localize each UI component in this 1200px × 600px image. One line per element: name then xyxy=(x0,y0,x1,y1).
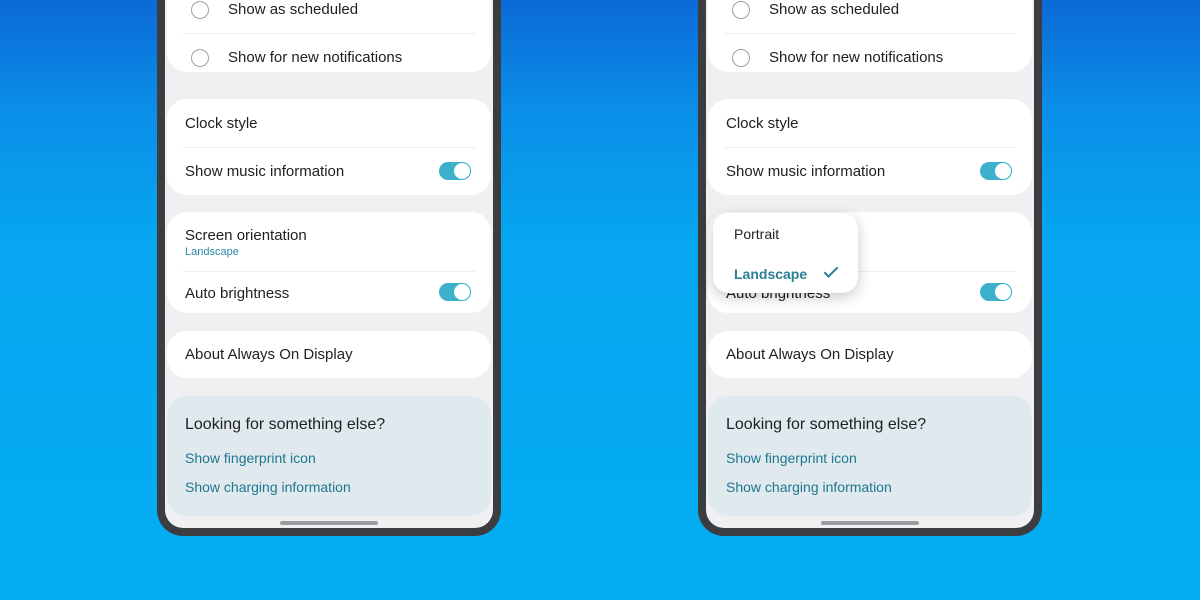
clock-style-item[interactable]: Clock style xyxy=(726,115,1014,132)
radio-show-for-new-notifications[interactable] xyxy=(732,49,750,67)
link-show-fingerprint-icon[interactable]: Show fingerprint icon xyxy=(185,450,316,466)
music-toggle[interactable] xyxy=(980,162,1012,180)
auto-brightness-item[interactable]: Auto brightness xyxy=(185,285,473,302)
suggestions-card: Looking for something else? Show fingerp… xyxy=(708,396,1032,516)
orientation-card: Screen orientation Landscape Auto bright… xyxy=(167,212,491,313)
link-show-charging-information[interactable]: Show charging information xyxy=(185,479,351,495)
show-music-information-item[interactable]: Show music information xyxy=(185,163,473,180)
clock-card: Clock style Show music information xyxy=(167,99,491,195)
about-always-on-display-item[interactable]: About Always On Display xyxy=(185,346,473,363)
phone-0: Show as scheduled Show for new notificat… xyxy=(157,0,501,536)
option-portrait[interactable]: Portrait xyxy=(734,226,779,242)
suggestions-title: Looking for something else? xyxy=(726,416,927,433)
settings-screen: Show as scheduled Show for new notificat… xyxy=(165,0,493,528)
screen-orientation-item[interactable]: Screen orientation xyxy=(185,227,473,244)
suggestions-title: Looking for something else? xyxy=(185,416,386,433)
clock-card: Clock style Show music information xyxy=(708,99,1032,195)
about-card: About Always On Display xyxy=(167,331,491,378)
display-mode-card: Show as scheduled Show for new notificat… xyxy=(708,0,1032,72)
radio-label[interactable]: Show for new notifications xyxy=(769,49,1014,66)
link-show-charging-information[interactable]: Show charging information xyxy=(726,479,892,495)
screen-orientation-value: Landscape xyxy=(185,246,239,258)
auto-brightness-toggle[interactable] xyxy=(439,283,471,301)
radio-label[interactable]: Show as scheduled xyxy=(769,1,1014,18)
home-indicator[interactable] xyxy=(280,521,378,525)
orientation-popup-menu: Portrait Landscape xyxy=(713,213,858,293)
display-mode-card: Show as scheduled Show for new notificat… xyxy=(167,0,491,72)
radio-label[interactable]: Show for new notifications xyxy=(228,49,473,66)
about-card: About Always On Display xyxy=(708,331,1032,378)
radio-label[interactable]: Show as scheduled xyxy=(228,1,473,18)
music-toggle[interactable] xyxy=(439,162,471,180)
auto-brightness-toggle[interactable] xyxy=(980,283,1012,301)
radio-show-as-scheduled[interactable] xyxy=(191,1,209,19)
link-show-fingerprint-icon[interactable]: Show fingerprint icon xyxy=(726,450,857,466)
option-landscape[interactable]: Landscape xyxy=(734,266,807,282)
about-always-on-display-item[interactable]: About Always On Display xyxy=(726,346,1014,363)
home-indicator[interactable] xyxy=(821,521,919,525)
radio-show-for-new-notifications[interactable] xyxy=(191,49,209,67)
show-music-information-item[interactable]: Show music information xyxy=(726,163,1014,180)
clock-style-item[interactable]: Clock style xyxy=(185,115,473,132)
suggestions-card: Looking for something else? Show fingerp… xyxy=(167,396,491,516)
checkmark-icon xyxy=(823,263,839,278)
radio-show-as-scheduled[interactable] xyxy=(732,1,750,19)
